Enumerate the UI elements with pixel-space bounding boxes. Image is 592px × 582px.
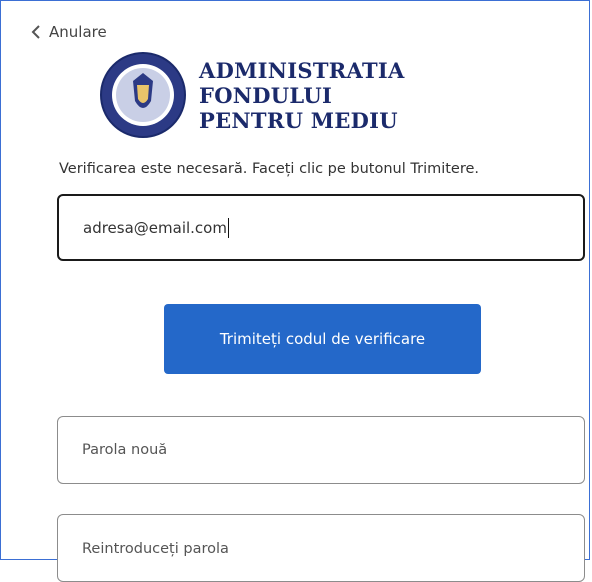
org-name-line-2: FONDULUI <box>199 82 333 108</box>
send-verification-code-button[interactable]: Trimiteți codul de verificare <box>164 304 481 374</box>
cancel-label: Anulare <box>49 23 107 41</box>
organization-logo: ADMINISTRATIA FONDULUI PENTRU MEDIU <box>99 51 405 139</box>
org-name-line-3: PENTRU MEDIU <box>199 107 398 133</box>
dialog-frame: Anulare ADMINISTRATIA FONDULUI PENTRU ME… <box>0 0 590 582</box>
cancel-link[interactable]: Anulare <box>31 23 107 41</box>
email-input[interactable]: adresa@email.com <box>57 194 585 261</box>
verification-intro-text: Verificarea este necesară. Faceți clic p… <box>59 161 480 177</box>
chevron-left-icon <box>31 25 40 39</box>
org-name-line-1: ADMINISTRATIA <box>199 57 405 83</box>
send-verification-code-label: Trimiteți codul de verificare <box>219 330 426 348</box>
text-caret <box>227 217 229 238</box>
confirm-password-input[interactable]: Reintroduceți parola <box>57 514 585 582</box>
government-seal-icon <box>100 52 186 138</box>
confirm-password-placeholder: Reintroduceți parola <box>82 541 229 557</box>
organization-name: ADMINISTRATIA FONDULUI PENTRU MEDIU <box>199 58 405 133</box>
new-password-input[interactable]: Parola nouă <box>57 416 585 484</box>
email-value: adresa@email.com <box>83 218 227 237</box>
new-password-placeholder: Parola nouă <box>82 442 168 458</box>
